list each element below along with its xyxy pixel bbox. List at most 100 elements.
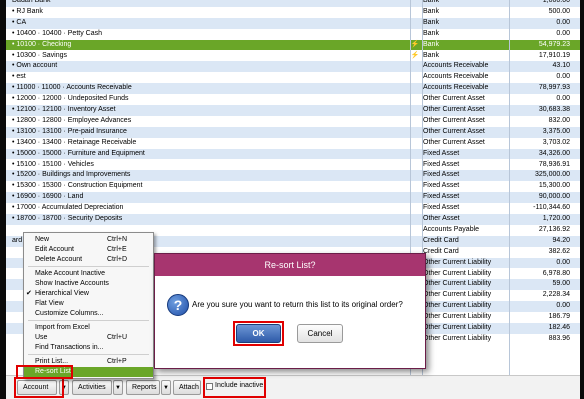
menu-separator [28,266,149,267]
account-row[interactable]: • 10400 · 10400 · Petty Cash Bank 0.00 [6,29,580,40]
menu-item[interactable]: Import from Excel [24,323,153,333]
activities-dropdown-arrow[interactable]: ▼ [113,380,123,395]
menu-item[interactable]: Flat View [24,299,153,309]
attach-button[interactable]: Attach [173,380,201,395]
account-name: • 15000 · 15000 · Furniture and Equipmen… [12,149,145,157]
account-type: Other Current Asset [423,116,485,124]
account-name: • 16900 · 16900 · Land [12,193,84,201]
account-row[interactable]: • 15200 · Buildings and Improvements Fixe… [6,170,580,182]
column-divider [509,0,510,375]
account-row[interactable]: • 10100 · Checking ⚡ Bank 54,979.23 [6,39,580,51]
menu-item-label: New [35,236,50,243]
account-type: Other Current Liability [423,269,492,277]
account-name: • 15100 · 15100 · Vehicles [12,160,94,168]
account-type: Other Current Liability [423,324,492,331]
account-row[interactable]: • 17000 · Accumulated Depreciation Fixed … [6,203,580,214]
menu-item[interactable]: Find Transactions in... [24,343,153,353]
account-row[interactable]: • CA Bank 0.00 [6,17,580,29]
account-row[interactable]: • 13400 · 13400 · Retainage Receivable Ot… [6,138,580,149]
menu-item[interactable]: Show Inactive Accounts [24,279,153,289]
account-balance: 15,300.00 [538,182,570,190]
account-row[interactable]: • RJ Bank Bank 500.00 [6,7,580,18]
account-name: • 12100 · 12100 · Inventory Asset [12,106,116,113]
account-row[interactable]: • 10300 · Savings ⚡ Bank 17,910.19 [6,51,580,62]
menu-item-label: Customize Columns... [35,310,104,317]
include-inactive-highlight [203,377,266,398]
account-row[interactable]: • 16900 · 16900 · Land Fixed Asset 90,000.… [6,192,580,204]
account-row[interactable]: • Own account Accounts Receivable 43.10 [6,61,580,73]
reports-button[interactable]: Reports [126,380,160,395]
menu-item-shortcut: Ctrl+P [107,358,127,365]
account-type: Credit Card [423,247,459,255]
menu-item-label: Delete Account [35,256,83,263]
account-type: Accounts Receivable [423,62,489,70]
menu-item[interactable]: Delete Account Ctrl+D [24,255,153,265]
account-balance: -110,344.60 [533,204,570,212]
account-type: Fixed Asset [423,171,460,179]
account-balance: 182.46 [548,324,570,331]
menu-item[interactable]: Use Ctrl+U [24,333,153,343]
account-balance: 78,936.91 [538,160,570,168]
account-balance: 500.00 [548,7,570,15]
account-row[interactable]: • est Accounts Receivable 0.00 [6,72,580,83]
menu-item-label: Make Account Inactive [35,270,106,277]
account-type: Accounts Payable [423,225,480,233]
menu-item-label: Edit Account [35,246,74,253]
account-balance: 883.96 [548,334,570,342]
account-balance: 3,375.00 [542,127,570,135]
account-balance: 34,326.00 [538,149,570,157]
account-row[interactable]: • 12100 · 12100 · Inventory Asset Other C… [6,105,580,116]
account-type: Credit Card [423,236,459,244]
account-balance: 0.00 [556,29,570,37]
menu-item[interactable]: Customize Columns... [24,309,153,319]
account-name: • 18700 · 18700 · Security Deposits [12,215,123,222]
account-type: Bank [423,29,439,37]
account-name: Dadan Bank [12,0,51,4]
account-row[interactable]: • 18700 · 18700 · Security Deposits Other… [6,214,580,225]
menu-item-label: Flat View [35,300,64,307]
account-row[interactable]: • 15100 · 15100 · Vehicles Fixed Asset 78,… [6,160,580,171]
menu-item[interactable]: New Ctrl+N [24,235,153,245]
account-type: Other Current Liability [423,334,492,342]
account-balance: 1,720.00 [542,215,570,222]
account-type: Other Current Asset [423,138,485,146]
account-type: Other Current Asset [423,127,485,135]
account-balance: 54,979.23 [538,40,570,48]
account-type: Other Current Liability [423,291,492,299]
account-name: • Own account [12,62,58,70]
account-row[interactable]: • 11000 · 11000 · Accounts Receivable Acc… [6,83,580,95]
account-row[interactable]: • 12000 · 12000 · Undeposited Funds Other… [6,94,580,105]
account-balance: 78,997.93 [538,84,570,92]
menu-item[interactable]: ✔ Hierarchical View [24,289,153,299]
account-balance: 6,978.80 [542,269,570,277]
account-name: • 13400 · 13400 · Retainage Receivable [12,138,137,146]
account-name: • 13100 · 13100 · Pre-paid Insurance [12,127,127,135]
account-name: ard [12,236,23,244]
account-name: • 15200 · Buildings and Improvements [12,171,131,179]
cancel-button[interactable]: Cancel [297,324,343,343]
account-name: • 12800 · 12800 · Employee Advances [12,116,132,124]
dialog-message: Are you sure you want to return this lis… [192,300,403,309]
account-type: Other Current Liability [423,280,492,288]
menu-item-label: Hierarchical View [35,290,89,297]
menu-item[interactable]: Make Account Inactive [24,269,153,279]
menu-item-label: Find Transactions in... [35,344,104,351]
reports-dropdown-arrow[interactable]: ▼ [161,380,171,395]
account-type: Fixed Asset [423,193,460,201]
account-balance: 325,000.00 [534,171,570,179]
account-row[interactable]: • 13100 · 13100 · Pre-paid Insurance Othe… [6,126,580,138]
account-row[interactable]: • 15300 · 15300 · Construction Equipment… [6,181,580,192]
activities-button[interactable]: Activities [72,380,112,395]
menu-item[interactable]: Edit Account Ctrl+E [24,245,153,255]
account-balance: 0.00 [556,18,570,26]
account-row[interactable]: Dadan Bank Bank 1,000.00 [6,0,580,7]
account-type: Bank [423,51,439,59]
chart-of-accounts-window: Dadan Bank Bank 1,000.00 • RJ Bank Bank 500.0… [6,0,580,399]
online-banking-icon: ⚡ [410,40,420,48]
ok-button-highlight [233,321,284,346]
account-balance: 0.00 [556,302,570,310]
account-type: Bank [423,18,439,26]
account-balance: 94.20 [552,236,570,244]
account-row[interactable]: • 12800 · 12800 · Employee Advances Other… [6,116,580,127]
account-row[interactable]: • 15000 · 15000 · Furniture and Equipmen… [6,148,580,160]
